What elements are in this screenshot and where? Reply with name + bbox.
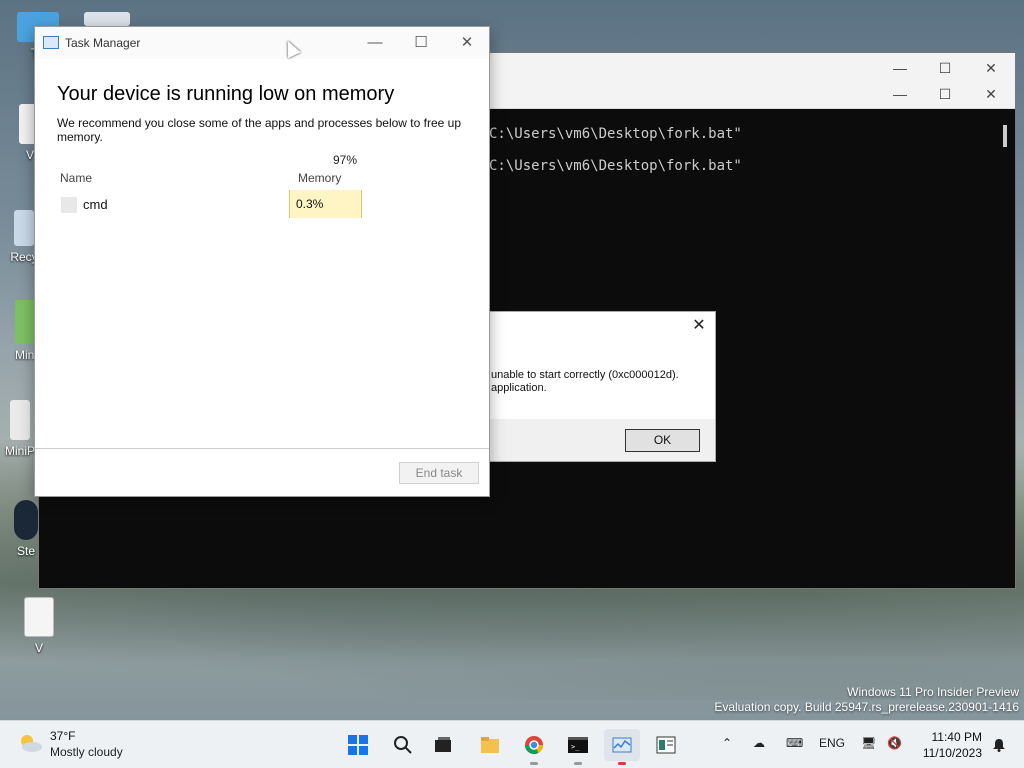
language-indicator[interactable]: ENG — [819, 736, 845, 750]
dialog-titlebar[interactable]: ✕ — [471, 312, 715, 341]
clock-time: 11:40 PM — [931, 730, 982, 744]
recommendation-text: We recommend you close some of the apps … — [57, 116, 461, 144]
task-manager-taskbar-button[interactable] — [604, 729, 640, 765]
chrome-button[interactable] — [516, 729, 552, 765]
text-file-icon — [24, 597, 54, 637]
notification-bell-icon[interactable] — [992, 738, 1006, 752]
running-indicator — [618, 762, 626, 765]
close-button[interactable]: ✕ — [976, 81, 1006, 107]
start-button[interactable] — [340, 729, 376, 761]
search-icon — [394, 736, 412, 754]
windows-logo-icon — [348, 735, 368, 755]
end-task-button[interactable]: End task — [399, 462, 479, 484]
running-indicator — [530, 762, 538, 765]
minimize-button[interactable]: — — [885, 81, 915, 107]
folder-icon — [481, 737, 499, 753]
page-title: Your device is running low on memory — [57, 83, 395, 105]
terminal-button[interactable]: >_ — [560, 729, 596, 765]
task-manager-icon — [43, 36, 59, 49]
task-manager-footer: End task — [35, 448, 489, 496]
chrome-icon — [525, 736, 543, 755]
cloudy-weather-icon — [21, 735, 42, 752]
task-manager-icon — [612, 737, 632, 753]
recycle-bin-icon — [14, 210, 34, 246]
os-watermark: Windows 11 Pro Insider Preview Evaluatio… — [714, 685, 1019, 714]
svg-text:>_: >_ — [571, 743, 580, 751]
task-manager-window[interactable]: Task Manager — ☐ ✕ Your device is runnin… — [34, 26, 490, 497]
steam-icon — [14, 500, 38, 540]
minimize-button[interactable]: — — [885, 55, 915, 81]
error-message: unable to start correctly (0xc000012d). … — [491, 369, 679, 394]
settings-icon — [84, 12, 130, 26]
process-icon — [61, 197, 77, 213]
process-name: cmd — [83, 197, 108, 212]
notepad-icon — [656, 736, 676, 754]
notepad-button[interactable] — [648, 729, 684, 761]
volume-muted-icon[interactable]: 🔇 — [887, 736, 902, 750]
maximize-button[interactable]: ☐ — [399, 29, 443, 57]
memory-total-percent: 97% — [333, 153, 358, 167]
task-view-button[interactable] — [425, 729, 461, 761]
search-button[interactable] — [385, 729, 421, 761]
ok-button[interactable]: OK — [625, 429, 700, 452]
scrollbar-thumb[interactable] — [1003, 125, 1007, 147]
keyboard-icon[interactable]: ⌨ — [786, 736, 803, 750]
console-line: C:\Users\vm6\Desktop\fork.bat" — [489, 126, 742, 142]
clock[interactable]: 11:40 PM 11/10/2023 — [923, 729, 982, 761]
task-manager-titlebar[interactable]: Task Manager — ☐ ✕ — [35, 27, 489, 59]
error-dialog[interactable]: ✕ unable to start correctly (0xc000012d)… — [470, 311, 716, 462]
maximize-button[interactable]: ☐ — [930, 55, 960, 81]
column-header-memory[interactable]: Memory — [298, 171, 341, 185]
close-button[interactable]: ✕ — [445, 29, 489, 57]
process-row[interactable]: cmd 0.3% — [60, 190, 362, 218]
terminal-icon: >_ — [568, 737, 588, 753]
console-line: C:\Users\vm6\Desktop\fork.bat" — [489, 158, 742, 174]
weather-temp: 37°F — [50, 729, 76, 743]
column-header-name[interactable]: Name — [60, 171, 92, 185]
window-title: Task Manager — [65, 36, 141, 50]
taskbar: 37°F Mostly cloudy >_ ⌃ ☁ ⌨ ENG 🖥 🔇 11:4… — [0, 720, 1024, 768]
running-indicator — [574, 762, 582, 765]
minimize-button[interactable]: — — [353, 29, 397, 57]
onedrive-offline-icon[interactable]: ☁ — [753, 736, 765, 750]
show-hidden-icons[interactable]: ⌃ — [722, 736, 732, 750]
maximize-button[interactable]: ☐ — [930, 81, 960, 107]
close-icon[interactable]: ✕ — [689, 316, 709, 336]
process-memory: 0.3% — [289, 190, 362, 218]
close-button[interactable]: ✕ — [976, 55, 1006, 81]
network-icon[interactable]: 🖥 — [861, 736, 876, 750]
task-view-icon — [435, 737, 451, 752]
weather-condition: Mostly cloudy — [50, 745, 123, 759]
clock-date: 11/10/2023 — [922, 746, 982, 760]
file-explorer-button[interactable] — [472, 729, 508, 761]
document-icon — [10, 400, 30, 440]
desktop-icon-v2[interactable]: V — [9, 597, 69, 655]
